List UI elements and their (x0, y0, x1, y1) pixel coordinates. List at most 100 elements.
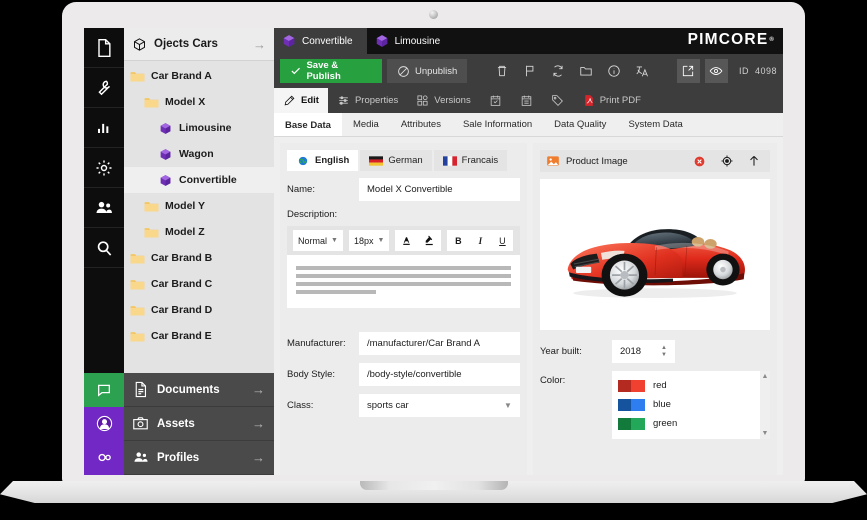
folder-icon (580, 67, 592, 76)
subtab-print-pdf[interactable]: Print PDF (573, 88, 650, 113)
italic-button[interactable]: I (469, 230, 491, 251)
rail-item-reports[interactable] (84, 108, 124, 148)
subtab-properties[interactable]: Properties (328, 88, 407, 113)
color-option-blue[interactable]: blue (617, 395, 764, 414)
underline-button[interactable]: U (491, 230, 513, 251)
tree-node-model-z[interactable]: Model Z (124, 219, 274, 245)
folder-button[interactable] (575, 59, 598, 83)
style-group: Normal ▼ (293, 230, 343, 251)
color-list[interactable]: red blue green ▲ ▼ (611, 371, 770, 439)
font-size-select[interactable]: 18px ▼ (349, 230, 389, 251)
text-color-button[interactable] (395, 230, 418, 251)
chevron-down-icon: ▼ (377, 237, 385, 244)
subtab-tag[interactable] (542, 88, 573, 113)
tree-node-model-y[interactable]: Model Y (124, 193, 274, 219)
editor-text-area[interactable] (287, 255, 520, 308)
external-link-icon (683, 65, 694, 77)
folder-icon (144, 227, 159, 237)
open-external-button[interactable] (676, 59, 700, 83)
bodystyle-input[interactable]: /body-style/convertible (359, 363, 520, 386)
tree-node-convertible[interactable]: Convertible (124, 167, 274, 193)
footer-arrow-icon[interactable]: → (252, 416, 265, 431)
tree-node-car-brand-e[interactable]: Car Brand E (124, 323, 274, 349)
rail-item-tools[interactable] (84, 68, 124, 108)
subtab-edit[interactable]: Edit (274, 88, 328, 113)
laptop-mockup: Ojects Cars → Car Brand A Model X Limous… (0, 0, 867, 520)
flag-button[interactable] (519, 59, 542, 83)
name-label: Name: (287, 184, 315, 195)
color-option-green[interactable]: green (617, 414, 764, 433)
tree-node-limousine[interactable]: Limousine (124, 115, 274, 141)
language-tab-francais[interactable]: Francais (433, 150, 508, 171)
footer-arrow-icon[interactable]: → (252, 382, 265, 397)
translate-button[interactable] (631, 59, 654, 83)
tree-node-car-brand-a[interactable]: Car Brand A (124, 63, 274, 89)
field-tab-media[interactable]: Media (342, 113, 390, 136)
field-tab-data-quality[interactable]: Data Quality (543, 113, 617, 136)
remove-image-button[interactable] (689, 151, 710, 172)
tree-footer-documents[interactable]: Documents → (84, 372, 274, 407)
info-button[interactable] (603, 59, 626, 83)
check-icon (291, 67, 300, 75)
bold-button[interactable]: B (447, 230, 469, 251)
document-tab-label: Convertible (302, 35, 353, 47)
field-tab-sale-information[interactable]: Sale Information (452, 113, 543, 136)
color-option-red[interactable]: red (617, 376, 764, 395)
language-tab-english[interactable]: English (287, 150, 359, 171)
tree-node-car-brand-d[interactable]: Car Brand D (124, 297, 274, 323)
name-input[interactable]: Model X Convertible (359, 178, 520, 201)
color-swatch (617, 379, 645, 392)
rail-item-settings[interactable] (84, 148, 124, 188)
infinity-icon (97, 453, 111, 462)
footer-badge[interactable] (84, 440, 124, 475)
field-tab-system-data[interactable]: System Data (617, 113, 693, 136)
tree-footer: Documents → Assets → Profiles → (84, 372, 274, 475)
footer-arrow-icon[interactable]: → (252, 450, 265, 465)
class-select[interactable]: sports car ▼ (359, 394, 520, 417)
product-image-preview (539, 179, 770, 330)
highlight-button[interactable] (418, 230, 441, 251)
subtab-versions[interactable]: Versions (407, 88, 479, 113)
font-size-group: 18px ▼ (348, 230, 390, 251)
tree-footer-assets[interactable]: Assets → (84, 406, 274, 441)
tree-header[interactable]: Ojects Cars → (124, 28, 274, 61)
delete-button[interactable] (491, 59, 514, 83)
tree-footer-profiles[interactable]: Profiles → (84, 440, 274, 475)
subtab-calendar[interactable] (511, 88, 542, 113)
document-tab-limousine[interactable]: Limousine (367, 28, 455, 54)
target-icon (721, 155, 732, 167)
manufacturer-input[interactable]: /manufacturer/Car Brand A (359, 332, 520, 355)
footer-badge[interactable] (84, 372, 124, 407)
paragraph-style-select[interactable]: Normal ▼ (293, 230, 343, 251)
rail-item-file[interactable] (84, 28, 124, 68)
save-publish-button[interactable]: Save & Publish (280, 59, 383, 83)
webcam-icon (429, 10, 438, 19)
language-tab-german[interactable]: German (360, 150, 432, 171)
cube-object-icon (160, 148, 171, 160)
flag-germany-icon (369, 155, 384, 166)
rail-item-users[interactable] (84, 188, 124, 228)
color-list-scrollbar[interactable]: ▲ ▼ (760, 371, 770, 439)
tree-node-car-brand-c[interactable]: Car Brand C (124, 271, 274, 297)
upload-image-button[interactable] (743, 151, 764, 172)
wrench-icon (98, 80, 111, 95)
tree-node-model-x[interactable]: Model X (124, 89, 274, 115)
tree-node-wagon[interactable]: Wagon (124, 141, 274, 167)
subtab-calendar-check[interactable] (480, 88, 511, 113)
manufacturer-field-row: Manufacturer: /manufacturer/Car Brand A (287, 332, 520, 355)
reload-button[interactable] (547, 59, 570, 83)
footer-badge[interactable] (84, 406, 124, 441)
preview-button[interactable] (704, 59, 728, 83)
bar-chart-icon (98, 123, 109, 133)
focal-point-button[interactable] (716, 151, 737, 172)
field-tab-attributes[interactable]: Attributes (390, 113, 452, 136)
field-tab-base-data[interactable]: Base Data (274, 113, 342, 136)
rail-item-search[interactable] (84, 228, 124, 268)
year-built-input[interactable]: 2018 ▲ ▼ (611, 340, 675, 363)
tree-node-car-brand-b[interactable]: Car Brand B (124, 245, 274, 271)
unpublish-button[interactable]: Unpublish (387, 59, 468, 83)
name-field-row: Name: Model X Convertible (287, 178, 520, 201)
tree-expand-arrow[interactable]: → (253, 37, 266, 52)
document-tab-convertible[interactable]: Convertible (274, 28, 367, 54)
number-stepper[interactable]: ▲ ▼ (661, 345, 667, 358)
